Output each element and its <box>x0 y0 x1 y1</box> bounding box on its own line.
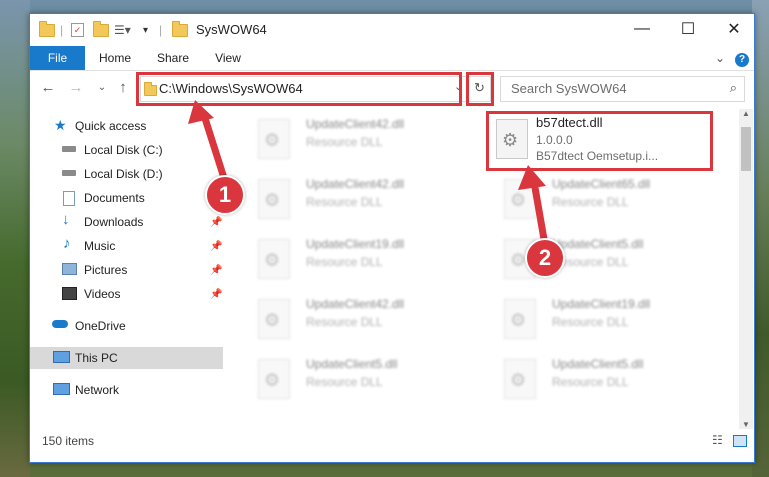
callout-badge-1: 1 <box>205 175 245 215</box>
arrow-1 <box>199 110 228 180</box>
callout-badge-2: 2 <box>525 238 565 278</box>
annotation-arrows <box>188 100 549 246</box>
arrow-2-head <box>518 165 546 190</box>
arrow-1-head <box>188 100 214 124</box>
